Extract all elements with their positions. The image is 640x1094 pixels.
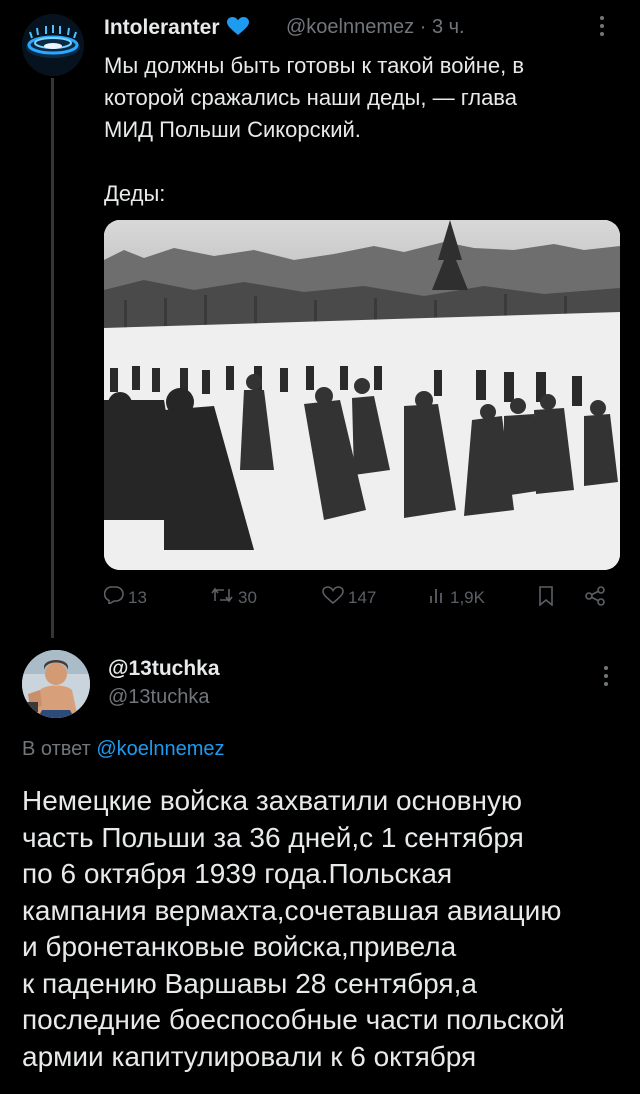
author-handle[interactable]: @koelnnemez [286,16,414,38]
author-handle-row: @koelnnemez · 3 ч. [286,16,465,39]
shirtless-man-avatar-image [22,650,90,718]
reply-author-handle[interactable]: @13tuchka [108,686,209,709]
reply-text: Немецкие войска захватили основную часть… [22,785,565,1072]
author-avatar[interactable] [22,14,84,76]
tweet-actions-bar: 13 30 147 1,9K [103,586,620,614]
reply-icon [103,586,124,609]
replying-to-prefix: В ответ [22,738,91,760]
retweet-icon [210,586,234,609]
reply-author-name[interactable]: @13tuchka [108,657,220,681]
bar-chart-icon [428,586,446,609]
replying-to-link[interactable]: @koelnnemez [96,738,224,760]
thread-connector-line [51,78,54,638]
views-count: 1,9K [450,587,485,607]
share-button[interactable] [584,586,606,611]
views-button[interactable]: 1,9K [428,586,485,609]
reply-more-options-icon[interactable] [602,664,610,694]
bookmark-icon [538,586,554,611]
author-name[interactable]: Intoleranter [104,16,220,39]
tweet-text: Мы должны быть готовы к такой войне, в к… [104,53,525,206]
share-icon [584,586,606,611]
reply-author-avatar[interactable] [22,650,90,718]
like-button[interactable]: 147 [322,586,376,610]
heart-icon [322,586,344,610]
retweet-count: 30 [238,587,257,607]
blue-heart-icon [227,17,250,42]
author-name-row[interactable]: Intoleranter [104,16,250,42]
soldiers-in-snow-photo [104,220,620,570]
bookmark-button[interactable] [538,586,554,611]
like-count: 147 [348,588,377,607]
gas-burner-avatar-image [22,14,84,76]
tweet-time[interactable]: 3 ч. [432,16,465,38]
separator-dot: · [419,16,432,38]
reply-button[interactable]: 13 [103,586,147,609]
retweet-button[interactable]: 30 [210,586,257,609]
replying-to-line: В ответ @koelnnemez [22,738,224,761]
tweet-photo[interactable] [104,220,620,570]
more-options-icon[interactable] [598,14,606,44]
reply-count: 13 [128,587,147,607]
